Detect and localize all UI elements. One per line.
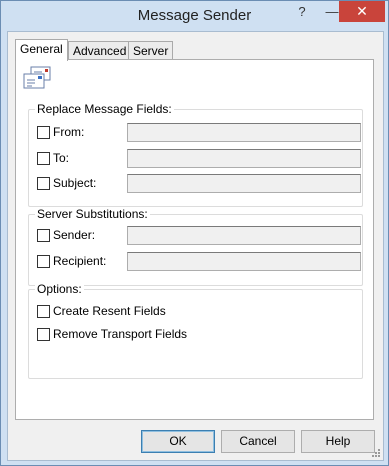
options-group-title: Options:	[35, 282, 84, 296]
sender-field[interactable]	[127, 226, 361, 245]
options-group: Options: Create Resent Fields Remove Tra…	[28, 282, 363, 379]
create-resent-fields-label: Create Resent Fields	[53, 304, 166, 318]
resize-grip-icon[interactable]	[371, 448, 381, 458]
envelope-icon	[23, 66, 51, 89]
from-label: From:	[53, 125, 85, 139]
sender-checkbox[interactable]	[37, 229, 50, 242]
remove-transport-fields-label: Remove Transport Fields	[53, 327, 188, 341]
to-label: To:	[53, 151, 70, 165]
title-bar[interactable]: Message Sender ? — ✕	[1, 1, 388, 31]
subject-field[interactable]	[127, 174, 361, 193]
dialog-client-area: General Advanced Server Replace Message …	[7, 31, 384, 461]
tab-general[interactable]: General	[15, 39, 68, 61]
help-titlebar-button[interactable]: ?	[290, 2, 314, 22]
to-checkbox[interactable]	[37, 152, 50, 165]
close-button[interactable]: ✕	[339, 1, 385, 22]
subject-checkbox[interactable]	[37, 177, 50, 190]
message-sender-window: Message Sender ? — ✕ General Advanced Se…	[0, 0, 389, 466]
replace-message-fields-group: Replace Message Fields: From: To: Subjec…	[28, 102, 363, 207]
tab-server[interactable]: Server	[128, 41, 174, 60]
recipient-label: Recipient:	[53, 254, 107, 268]
from-field[interactable]	[127, 123, 361, 142]
server-substitutions-group: Server Substitutions: Sender: Recipient:	[28, 207, 363, 286]
sender-label: Sender:	[53, 228, 96, 242]
help-button[interactable]: Help	[301, 430, 375, 453]
recipient-field[interactable]	[127, 252, 361, 271]
cancel-button[interactable]: Cancel	[221, 430, 295, 453]
server-group-title: Server Substitutions:	[35, 207, 150, 221]
create-resent-fields-checkbox[interactable]	[37, 305, 50, 318]
replace-group-title: Replace Message Fields:	[35, 102, 174, 116]
general-tab-panel: Replace Message Fields: From: To: Subjec…	[15, 59, 374, 420]
from-checkbox[interactable]	[37, 126, 50, 139]
subject-label: Subject:	[53, 176, 97, 190]
to-field[interactable]	[127, 149, 361, 168]
recipient-checkbox[interactable]	[37, 255, 50, 268]
ok-button[interactable]: OK	[141, 430, 215, 453]
remove-transport-fields-checkbox[interactable]	[37, 328, 50, 341]
tab-advanced[interactable]: Advanced	[68, 41, 132, 60]
